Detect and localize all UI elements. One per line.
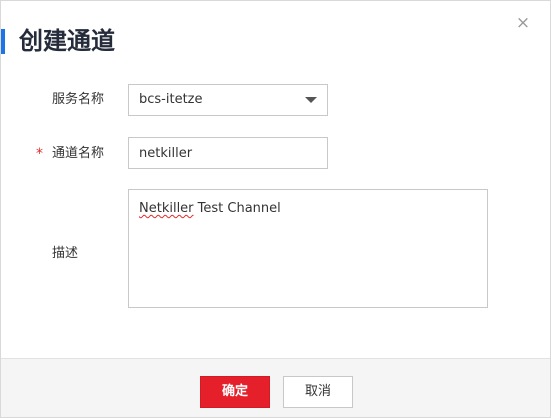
service-name-label: 服务名称 [52,92,105,107]
misspelled-word: Netkiller [139,201,194,216]
service-name-selected-value: bcs-itetze [139,92,203,107]
description-text: Test Channel [193,201,281,216]
description-label: 描述 [52,246,79,261]
chevron-down-icon [305,97,317,103]
dialog-footer [1,358,550,417]
close-icon[interactable]: × [513,13,533,33]
title-accent-bar [1,29,5,54]
description-textarea[interactable]: Netkiller Test Channel [128,189,488,308]
channel-name-input[interactable] [128,137,328,169]
cancel-button[interactable]: 取消 [283,376,353,408]
create-channel-dialog: 创建通道 × 服务名称 bcs-itetze * 通道名称 描述 Netkill… [0,0,551,418]
dialog-title: 创建通道 [19,27,115,55]
channel-name-label: 通道名称 [52,146,105,161]
required-mark: * [36,146,43,162]
confirm-button[interactable]: 确定 [200,376,270,408]
service-name-select[interactable]: bcs-itetze [128,84,328,116]
